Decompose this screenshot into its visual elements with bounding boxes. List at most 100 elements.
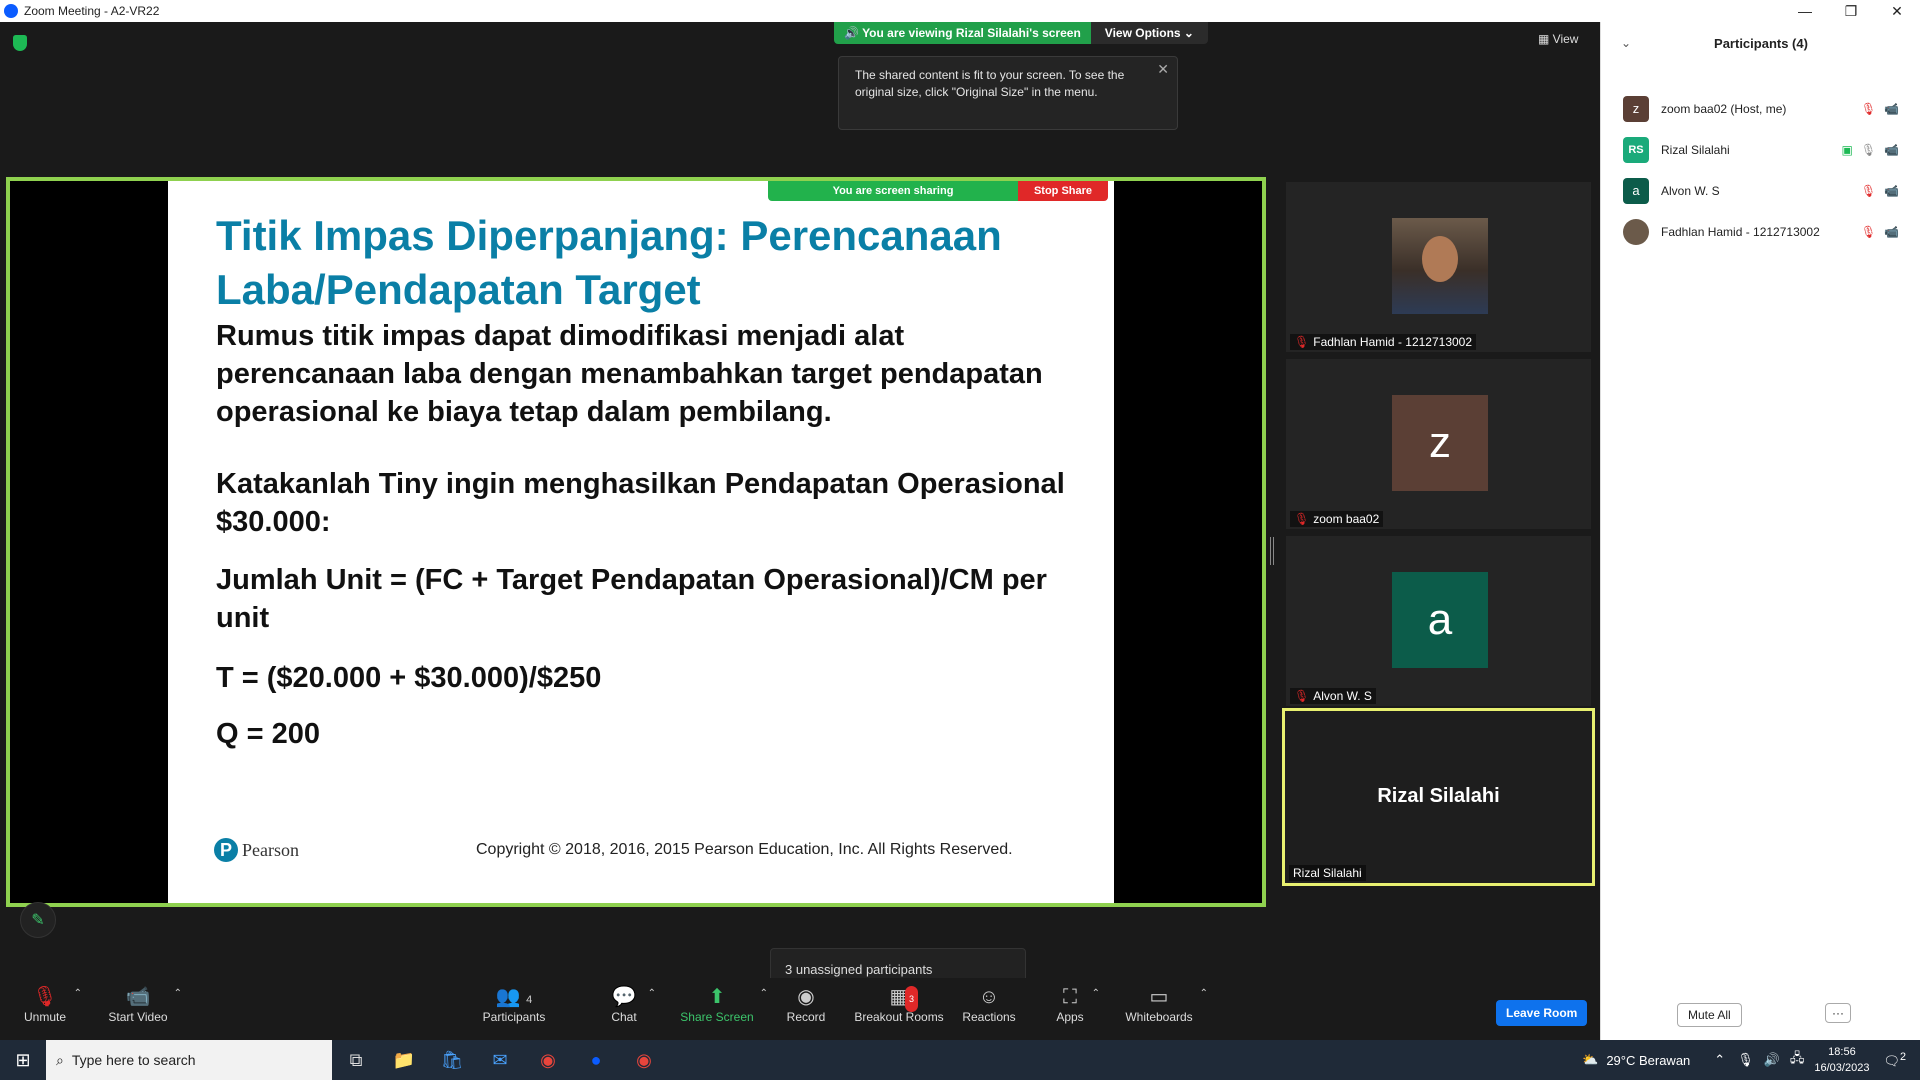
slide-title: Titik Impas Diperpanjang: Perencanaan La…: [216, 212, 1002, 313]
apps-caret-icon[interactable]: ⌃: [1092, 988, 1100, 999]
share-caret-icon[interactable]: ⌃: [760, 988, 768, 999]
tooltip-close-icon[interactable]: ✕: [1157, 61, 1169, 78]
fit-screen-tooltip: The shared content is fit to your screen…: [838, 56, 1178, 130]
clock[interactable]: 18:56 16/03/2023: [1814, 1044, 1869, 1076]
chat-icon: 💬: [611, 986, 637, 1008]
apps-label: Apps: [1056, 1010, 1084, 1024]
participant-row[interactable]: Fadhlan Hamid - 1212713002 🎙 📹: [1623, 217, 1913, 247]
viewing-screen-label: 🔊 You are viewing Rizal Silalahi's scree…: [834, 22, 1091, 44]
mute-all-button[interactable]: Mute All: [1677, 1003, 1742, 1027]
taskbar-search[interactable]: ⌕ Type here to search: [46, 1040, 332, 1080]
network-icon[interactable]: 🖧: [1790, 1049, 1805, 1071]
start-video-button[interactable]: 📹 Start Video ⌃: [108, 984, 182, 1024]
active-speaker-name: Rizal Silalahi: [1377, 785, 1500, 807]
notification-icon[interactable]: 🗨2: [1883, 1051, 1906, 1069]
muted-mic-icon: 🎙: [1294, 689, 1310, 703]
slide-paragraph-2: Katakanlah Tiny ingin menghasilkan Penda…: [216, 468, 1065, 538]
avatar: a: [1623, 178, 1649, 204]
whiteboards-label: Whiteboards: [1125, 1010, 1193, 1024]
mic-muted-icon: 🎙: [1860, 225, 1877, 239]
show-hidden-icons-icon[interactable]: ⌃: [1714, 1052, 1725, 1068]
participant-status-icons: ▣ 🎙 📹: [1841, 143, 1899, 157]
system-tray: ⛅ 29°C Berawan ⌃ 🎙 🔊 🖧 18:56 16/03/2023 …: [1582, 1040, 1920, 1080]
minimize-button[interactable]: —: [1782, 0, 1828, 22]
clock-time: 18:56: [1828, 1046, 1856, 1058]
stop-share-button[interactable]: Stop Share: [1018, 181, 1108, 201]
share-screen-label: Share Screen: [680, 1010, 754, 1024]
mic-muted-icon: 🎙: [1860, 184, 1877, 198]
maximize-button[interactable]: ❐: [1828, 0, 1874, 22]
zoom-logo-icon: [4, 4, 18, 18]
slide-paragraph-1: Rumus titik impas dapat dimodifikasi men…: [216, 320, 1043, 428]
reactions-icon: ☺: [978, 986, 1000, 1008]
participant-photo: [1392, 218, 1488, 314]
weather-icon: ⛅: [1582, 1052, 1599, 1067]
whiteboards-button[interactable]: ▭ Whiteboards ⌃: [1124, 984, 1208, 1024]
chat-button[interactable]: 💬 Chat ⌃: [606, 984, 656, 1024]
avatar: z: [1623, 96, 1649, 122]
leave-room-button[interactable]: Leave Room: [1496, 1000, 1588, 1026]
splitter-handle[interactable]: [1270, 537, 1274, 565]
search-placeholder: Type here to search: [71, 1052, 196, 1068]
file-explorer-icon[interactable]: 📁: [380, 1050, 428, 1071]
reactions-button[interactable]: ☺ Reactions: [962, 984, 1016, 1024]
video-off-icon: 📹: [1884, 225, 1899, 239]
participant-row[interactable]: RS Rizal Silalahi ▣ 🎙 📹: [1623, 135, 1913, 165]
participant-row[interactable]: a Alvon W. S 🎙 📹: [1623, 176, 1913, 206]
store-icon[interactable]: 🛍: [428, 1050, 476, 1071]
participants-button[interactable]: 👥 4 Participants: [482, 984, 546, 1024]
close-window-button[interactable]: ✕: [1874, 0, 1920, 22]
mail-icon[interactable]: ✉: [476, 1050, 524, 1071]
chat-caret-icon[interactable]: ⌃: [648, 988, 656, 999]
whiteboard-caret-icon[interactable]: ⌃: [1200, 988, 1208, 999]
breakout-rooms-button[interactable]: ▦ 3 Breakout Rooms: [852, 984, 946, 1024]
more-options-button[interactable]: ···: [1825, 1003, 1851, 1023]
unmute-button[interactable]: 🎙 Unmute ⌃: [22, 984, 82, 1024]
view-layout-label: View: [1552, 32, 1579, 46]
shared-screen[interactable]: You are screen sharing Stop Share Titik …: [6, 177, 1266, 907]
record-label: Record: [786, 1010, 826, 1024]
view-layout-button[interactable]: ▦ View: [1538, 32, 1578, 46]
record-icon: ◉: [797, 986, 815, 1008]
tile-name-text: Fadhlan Hamid - 1212713002: [1313, 335, 1473, 349]
volume-icon[interactable]: 🔊: [1764, 1052, 1780, 1068]
security-shield-icon[interactable]: [13, 35, 27, 51]
zoom-taskbar-icon[interactable]: ●: [572, 1050, 620, 1071]
share-screen-button[interactable]: ⬆ Share Screen ⌃: [680, 984, 768, 1024]
participants-panel: ⌄ Participants (4) z zoom baa02 (Host, m…: [1600, 22, 1920, 1040]
participant-name: Fadhlan Hamid - 1212713002: [1661, 225, 1820, 239]
participants-count: 4: [526, 994, 533, 1006]
apps-button[interactable]: ⛶ Apps ⌃: [1054, 984, 1100, 1024]
audio-options-caret-icon[interactable]: ⌃: [74, 988, 82, 999]
task-view-icon[interactable]: ⧉: [332, 1050, 380, 1071]
participant-row[interactable]: z zoom baa02 (Host, me) 🎙 📹: [1623, 94, 1913, 124]
video-off-icon: 📹: [1884, 184, 1899, 198]
muted-mic-icon: 🎙: [1294, 512, 1310, 526]
weather-text[interactable]: 29°C Berawan: [1606, 1053, 1690, 1068]
reactions-label: Reactions: [962, 1010, 1016, 1024]
muted-mic-icon: 🎙: [1294, 335, 1310, 349]
mic-tray-icon[interactable]: 🎙: [1737, 1052, 1754, 1068]
share-screen-icon: ⬆: [708, 986, 726, 1008]
video-tile-alvon[interactable]: a 🎙 Alvon W. S: [1286, 536, 1591, 706]
video-off-icon: 📹: [1884, 102, 1899, 116]
viewing-banner: 🔊 You are viewing Rizal Silalahi's scree…: [834, 22, 1208, 44]
tile-name: 🎙 zoom baa02: [1290, 511, 1384, 527]
view-options-button[interactable]: View Options ⌄: [1090, 22, 1208, 44]
chrome-icon[interactable]: ◉: [524, 1050, 572, 1071]
record-button[interactable]: ◉ Record: [784, 984, 828, 1024]
video-tile-zoom-baa02[interactable]: z 🎙 zoom baa02: [1286, 359, 1591, 529]
participant-status-icons: 🎙 📹: [1861, 184, 1899, 198]
avatar-photo: [1623, 219, 1649, 245]
annotate-pen-icon[interactable]: ✎: [20, 902, 56, 938]
video-options-caret-icon[interactable]: ⌃: [174, 988, 182, 999]
breakout-rooms-icon: ▦ 3: [852, 984, 946, 1012]
video-tile-fadhlan[interactable]: 🎙 Fadhlan Hamid - 1212713002: [1286, 182, 1591, 352]
screen-sharing-label: You are screen sharing: [768, 181, 1018, 201]
video-tile-rizal-active-speaker[interactable]: Rizal Silalahi Rizal Silalahi: [1282, 708, 1595, 886]
presentation-slide: You are screen sharing Stop Share Titik …: [168, 181, 1114, 903]
whiteboard-icon: ▭: [1149, 986, 1169, 1008]
tile-name: 🎙 Fadhlan Hamid - 1212713002: [1290, 334, 1477, 350]
chrome-profile-icon[interactable]: ◉: [620, 1050, 668, 1071]
windows-start-icon[interactable]: ⊞: [0, 1050, 46, 1071]
